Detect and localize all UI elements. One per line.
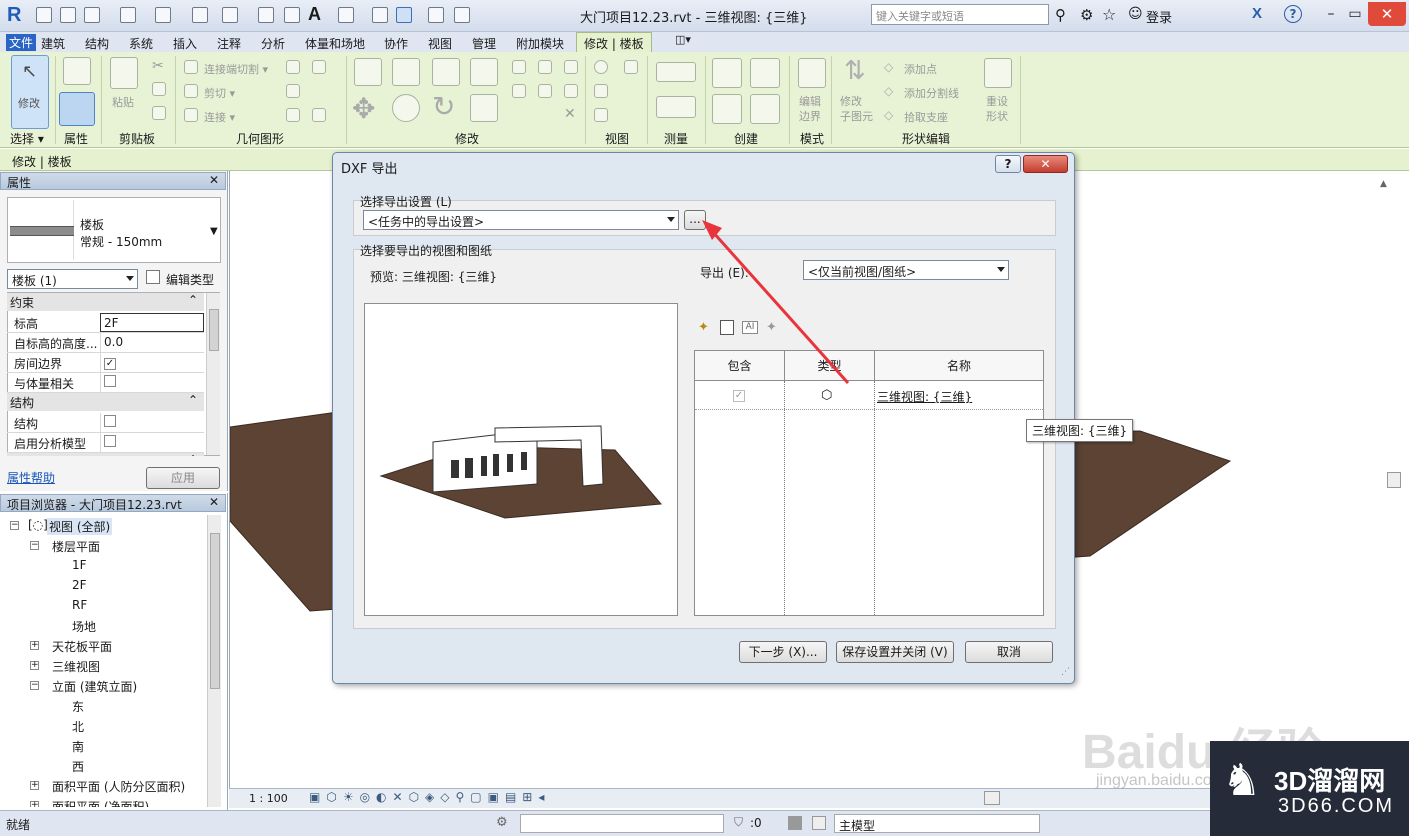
main-model-select[interactable]: 主模型 [834, 814, 1040, 833]
worksets-icon[interactable]: ⚙ [496, 815, 508, 830]
filter-icon[interactable]: ⛉ [734, 815, 743, 830]
main-model-value: 主模型 [839, 819, 876, 833]
annotation-arrow [702, 220, 850, 385]
workset-select[interactable] [520, 814, 724, 833]
deer-logo-icon: ♞ [1222, 755, 1262, 806]
design-options-icon[interactable] [812, 816, 826, 830]
status-ready: 就绪 [6, 818, 31, 832]
brand-url: 3D66.COM [1278, 795, 1395, 817]
status-bar: 就绪 ⚙ ⛉ :0 主模型 [0, 810, 1409, 836]
selection-count: :0 [750, 816, 762, 830]
brand-name: 3D溜溜网 [1274, 766, 1386, 796]
view-scale[interactable]: 1 : 100 [249, 792, 288, 805]
brand-badge: ♞ 3D溜溜网 3D66.COM [1210, 741, 1409, 836]
view-controls-icons[interactable]: ▣⬡☀◎◐✕⬡◈◇⚲▢▣▤⊞◂ [309, 790, 550, 804]
horizontal-scroll-thumb[interactable] [984, 791, 1000, 805]
editable-only-icon[interactable] [788, 816, 802, 830]
baidu-url-watermark: jingyan.baidu.com [1096, 772, 1225, 789]
